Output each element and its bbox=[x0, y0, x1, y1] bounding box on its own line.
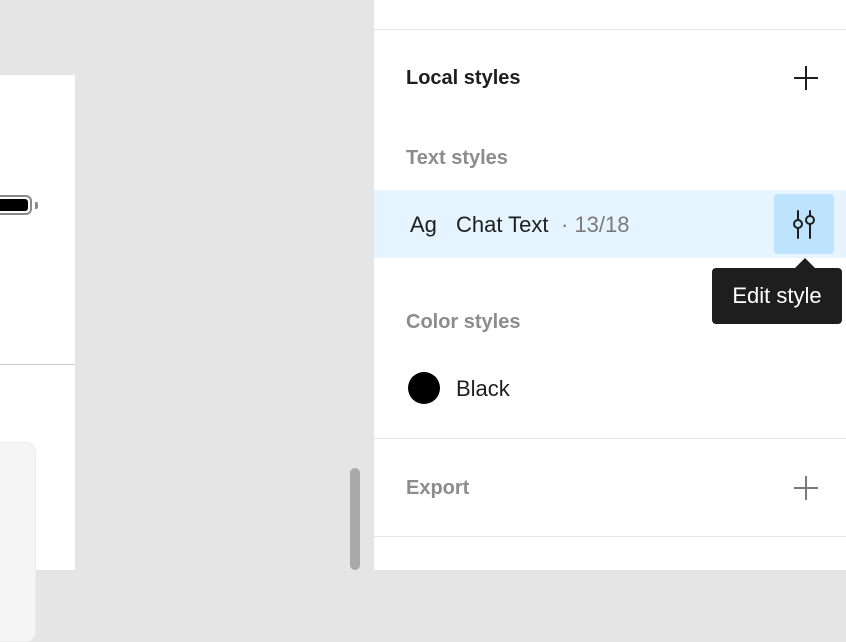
battery-tip bbox=[35, 202, 38, 209]
text-style-meta: · 13/18 bbox=[561, 212, 630, 237]
local-styles-title: Local styles bbox=[406, 67, 521, 89]
export-title: Export bbox=[406, 477, 470, 499]
canvas-scrollbar[interactable] bbox=[350, 468, 360, 570]
text-style-preview: Ag bbox=[410, 212, 437, 237]
battery-icon bbox=[0, 195, 32, 215]
text-style-row[interactable]: Ag Chat Text · 13/18 bbox=[374, 190, 846, 258]
tooltip-arrow bbox=[795, 258, 815, 268]
section-divider bbox=[374, 438, 846, 439]
edit-style-button[interactable] bbox=[774, 194, 834, 254]
add-export-plus-icon[interactable] bbox=[794, 476, 818, 500]
message-input-box[interactable] bbox=[0, 442, 36, 642]
color-style-name[interactable]: Black bbox=[456, 376, 510, 402]
section-divider bbox=[374, 536, 846, 537]
section-divider bbox=[374, 29, 846, 30]
text-style-name: Chat Text bbox=[456, 212, 549, 237]
add-style-plus-icon[interactable] bbox=[794, 66, 818, 90]
design-canvas[interactable] bbox=[0, 0, 374, 642]
edit-style-tooltip: Edit style bbox=[712, 268, 842, 324]
frame-divider bbox=[0, 364, 75, 365]
color-swatch-black[interactable] bbox=[408, 372, 440, 404]
text-styles-title: Text styles bbox=[406, 147, 508, 169]
color-styles-title: Color styles bbox=[406, 311, 521, 333]
adjust-sliders-icon bbox=[793, 210, 815, 239]
device-frame[interactable] bbox=[0, 75, 75, 642]
